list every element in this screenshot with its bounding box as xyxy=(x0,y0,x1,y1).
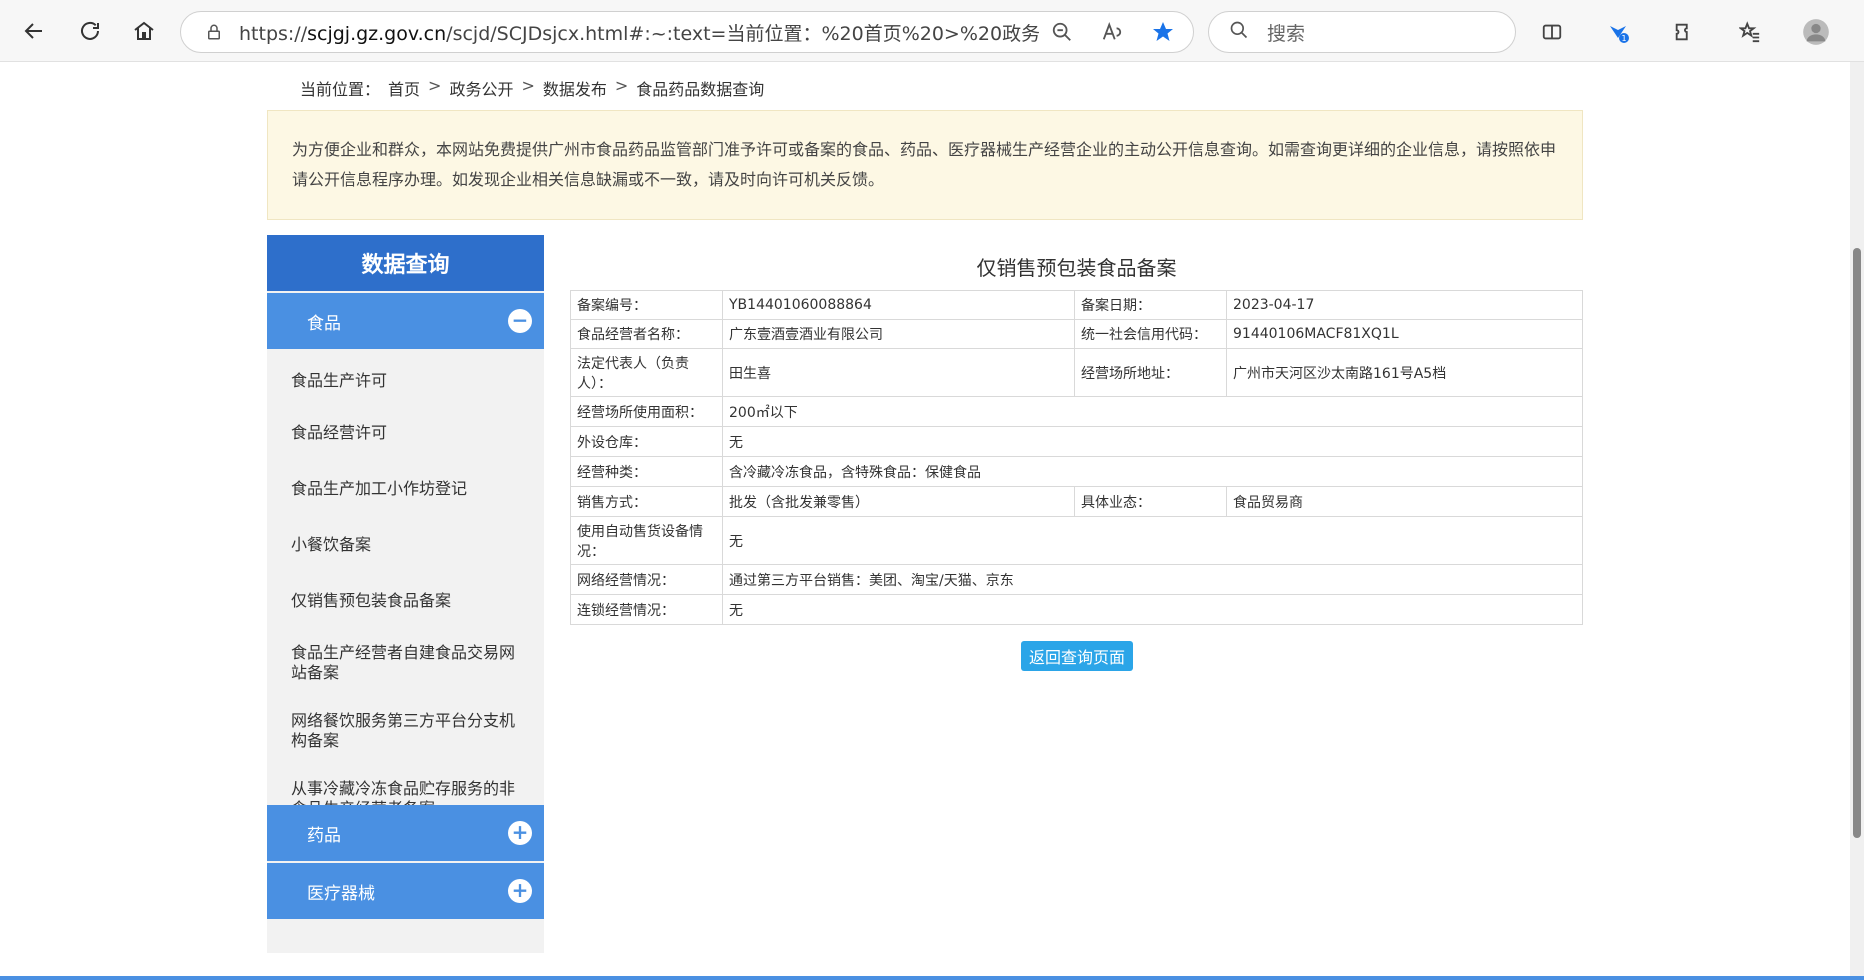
back-icon[interactable] xyxy=(14,11,54,51)
field-value: 通过第三方平台销售：美团、淘宝/天猫、京东 xyxy=(722,564,1583,595)
expand-icon[interactable]: + xyxy=(508,879,532,903)
field-value: 91440106MACF81XQ1L xyxy=(1226,319,1583,349)
sidebar-item-third-party-platform[interactable]: 网络餐饮服务第三方平台分支机构备案 xyxy=(267,697,544,765)
breadcrumb-current: 食品药品数据查询 xyxy=(636,80,765,99)
search-placeholder: 搜索 xyxy=(1267,22,1306,45)
field-label: 食品经营者名称： xyxy=(570,319,723,349)
page-scrollbar[interactable] xyxy=(1850,62,1864,980)
field-value: 2023-04-17 xyxy=(1226,290,1583,320)
table-row: 法定代表人（负责人）： 田生喜 经营场所地址： 广州市天河区沙太南路161号A5… xyxy=(570,348,1583,397)
sidebar-category-drugs[interactable]: 药品 + xyxy=(267,805,544,861)
field-label: 备案编号： xyxy=(570,290,723,320)
field-value: YB14401060088864 xyxy=(722,290,1075,320)
field-value: 广州市天河区沙太南路161号A5档 xyxy=(1226,348,1583,397)
collapse-icon[interactable]: − xyxy=(508,309,532,333)
field-label: 使用自动售货设备情况： xyxy=(570,516,723,565)
url-prefix: https:// xyxy=(239,22,308,45)
zoom-out-icon[interactable] xyxy=(1051,21,1073,47)
breadcrumb-sep: > xyxy=(428,76,442,95)
sidebar-item-food-business-license[interactable]: 食品经营许可 xyxy=(267,405,544,461)
breadcrumb: 当前位置： 首页 > 政务公开 > 数据发布 > 食品药品数据查询 xyxy=(300,76,764,100)
sidebar-item-small-workshop[interactable]: 食品生产加工小作坊登记 xyxy=(267,461,544,517)
url-path: /scjd/SCJDsjcx.html#:~:text=当前位置：%20首页%2… xyxy=(446,22,1039,45)
browser-search-box[interactable]: 搜索 xyxy=(1208,11,1516,53)
browser-toolbar: https://scjgj.gz.gov.cn/scjd/SCJDsjcx.ht… xyxy=(0,0,1864,62)
breadcrumb-home[interactable]: 首页 xyxy=(388,76,420,100)
address-bar[interactable]: https://scjgj.gz.gov.cn/scjd/SCJDsjcx.ht… xyxy=(180,11,1194,53)
field-value: 含冷藏冷冻食品，含特殊食品：保健食品 xyxy=(722,456,1583,487)
breadcrumb-sep: > xyxy=(614,76,629,95)
table-row: 使用自动售货设备情况： 无 xyxy=(570,516,1583,565)
sidebar-item-prepackaged-food[interactable]: 仅销售预包装食品备案 xyxy=(267,573,544,629)
refresh-icon[interactable] xyxy=(70,11,110,51)
breadcrumb-gov-affairs[interactable]: 政务公开 xyxy=(449,76,513,100)
sidebar-item-food-production-license[interactable]: 食品生产许可 xyxy=(267,357,544,405)
home-icon[interactable] xyxy=(124,11,164,51)
sidebar-category-food[interactable]: 食品 − xyxy=(267,293,544,349)
field-label: 网络经营情况： xyxy=(570,564,723,595)
expand-icon[interactable]: + xyxy=(508,821,532,845)
svg-text:1: 1 xyxy=(1621,34,1626,43)
url-host: scjgj.gz.gov.cn xyxy=(307,22,447,45)
category-label: 食品 xyxy=(307,313,341,334)
table-row: 备案编号： YB14401060088864 备案日期： 2023-04-17 xyxy=(570,290,1583,320)
field-value: 200㎡以下 xyxy=(722,396,1583,427)
table-row: 网络经营情况： 通过第三方平台销售：美团、淘宝/天猫、京东 xyxy=(570,564,1583,595)
scrollbar-thumb[interactable] xyxy=(1853,248,1861,838)
field-value: 田生喜 xyxy=(722,348,1075,397)
sidebar-item-self-built-website[interactable]: 食品生产经营者自建食品交易网站备案 xyxy=(267,629,544,697)
table-row: 外设仓库： 无 xyxy=(570,426,1583,457)
table-row: 销售方式： 批发（含批发兼零售） 具体业态： 食品贸易商 xyxy=(570,486,1583,517)
field-value: 无 xyxy=(722,426,1583,457)
favorite-star-icon[interactable] xyxy=(1151,20,1175,48)
field-label: 统一社会信用代码： xyxy=(1074,319,1227,349)
field-label: 销售方式： xyxy=(570,486,723,517)
field-value: 食品贸易商 xyxy=(1226,486,1583,517)
web-page: 当前位置： 首页 > 政务公开 > 数据发布 > 食品药品数据查询 为方便企业和… xyxy=(0,62,1864,980)
search-icon xyxy=(1229,20,1249,44)
field-value: 无 xyxy=(722,594,1583,625)
split-screen-icon[interactable] xyxy=(1534,14,1570,50)
profile-avatar-icon[interactable] xyxy=(1798,14,1834,50)
category-label: 药品 xyxy=(307,825,341,846)
table-row: 食品经营者名称： 广东壹酒壹酒业有限公司 统一社会信用代码： 91440106M… xyxy=(570,319,1583,349)
field-label: 经营种类： xyxy=(570,456,723,487)
breadcrumb-data-release[interactable]: 数据发布 xyxy=(543,76,607,100)
field-value: 无 xyxy=(722,516,1583,565)
table-row: 经营场所使用面积： 200㎡以下 xyxy=(570,396,1583,427)
lock-icon[interactable] xyxy=(205,23,223,41)
field-label: 经营场所地址： xyxy=(1074,348,1227,397)
field-value: 批发（含批发兼零售） xyxy=(722,486,1075,517)
category-label: 医疗器械 xyxy=(307,883,375,904)
breadcrumb-sep: > xyxy=(521,76,535,95)
sidebar-category-medical-devices[interactable]: 医疗器械 + xyxy=(267,863,544,919)
extension-badge-icon[interactable]: 1 xyxy=(1600,14,1636,50)
field-label: 备案日期： xyxy=(1074,290,1227,320)
field-label: 具体业态： xyxy=(1074,486,1227,517)
breadcrumb-prefix: 当前位置： xyxy=(300,80,381,99)
url-text[interactable]: https://scjgj.gz.gov.cn/scjd/SCJDsjcx.ht… xyxy=(239,19,1039,46)
back-to-search-button[interactable]: 返回查询页面 xyxy=(1021,641,1133,671)
notice-box: 为方便企业和群众，本网站免费提供广州市食品药品监管部门准予许可或备案的食品、药品… xyxy=(267,110,1583,220)
table-row: 连锁经营情况： 无 xyxy=(570,594,1583,625)
table-row: 经营种类： 含冷藏冷冻食品，含特殊食品：保健食品 xyxy=(570,456,1583,487)
bottom-border xyxy=(0,976,1864,980)
sidebar-title: 数据查询 xyxy=(267,235,544,291)
sidebar-item-small-catering[interactable]: 小餐饮备案 xyxy=(267,517,544,573)
record-detail-table: 备案编号： YB14401060088864 备案日期： 2023-04-17 … xyxy=(570,290,1583,625)
sidebar-food-list: 食品生产许可 食品经营许可 食品生产加工小作坊登记 小餐饮备案 仅销售预包装食品… xyxy=(267,349,544,833)
field-label: 连锁经营情况： xyxy=(570,594,723,625)
read-aloud-icon[interactable] xyxy=(1101,21,1123,47)
sidebar: 数据查询 食品 − 食品生产许可 食品经营许可 食品生产加工小作坊登记 小餐饮备… xyxy=(267,235,544,953)
field-label: 经营场所使用面积： xyxy=(570,396,723,427)
field-value: 广东壹酒壹酒业有限公司 xyxy=(722,319,1075,349)
record-title: 仅销售预包装食品备案 xyxy=(976,256,1177,280)
field-label: 外设仓库： xyxy=(570,426,723,457)
extensions-puzzle-icon[interactable] xyxy=(1666,14,1702,50)
favorites-list-icon[interactable] xyxy=(1732,14,1768,50)
field-label: 法定代表人（负责人）： xyxy=(570,348,723,397)
